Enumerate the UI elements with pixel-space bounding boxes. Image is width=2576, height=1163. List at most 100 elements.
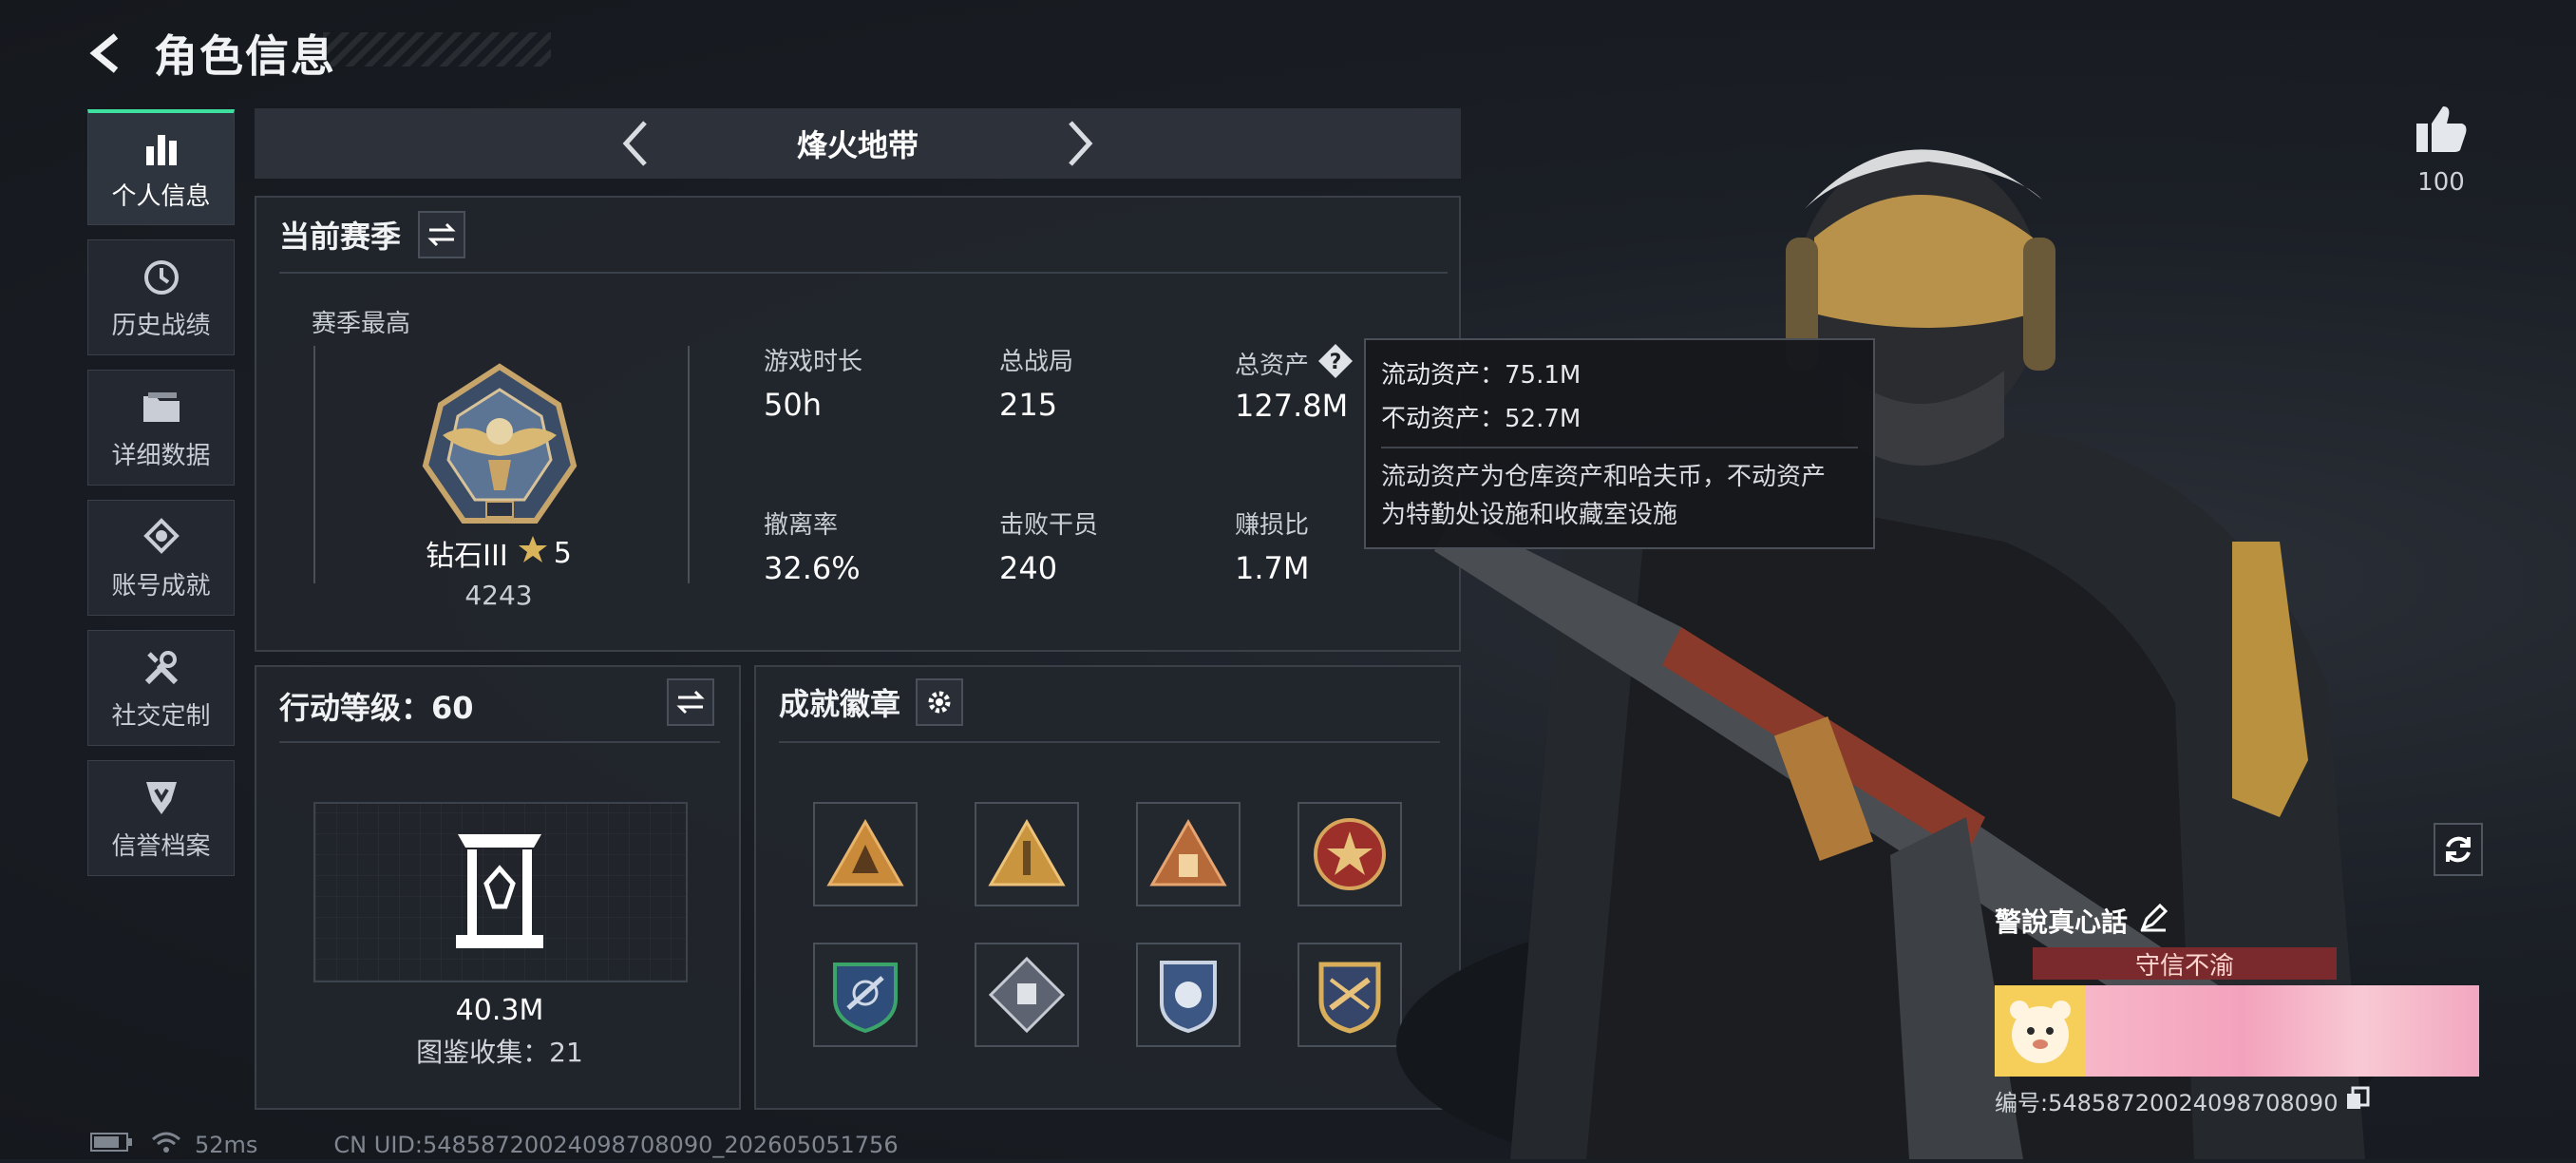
triangle-tower-badge-icon bbox=[1149, 818, 1227, 887]
season-best-label: 赛季最高 bbox=[312, 310, 411, 338]
tooltip-fixed-assets: 不动资产：52.7M bbox=[1381, 405, 1582, 433]
player-motto: 守信不渝 bbox=[2033, 947, 2337, 981]
folder-icon bbox=[141, 385, 182, 430]
stat-playtime: 游戏时长 50h bbox=[764, 342, 862, 423]
stat-label: 撤离率 bbox=[764, 511, 839, 540]
stat-label: 游戏时长 bbox=[764, 348, 863, 376]
triangle-soldiers-badge-icon bbox=[826, 818, 904, 887]
triangle-rocket-badge-icon bbox=[988, 818, 1066, 887]
tooltip-desc-line1: 流动资产为仓库资产和哈夫币，不动资产 bbox=[1381, 463, 1827, 491]
page-header: 角色信息 bbox=[85, 27, 336, 82]
sidebar-item-label: 个人信息 bbox=[111, 182, 211, 211]
sidebar-item-achievements[interactable]: 账号成就 bbox=[87, 500, 235, 616]
gold-shield-badge-icon bbox=[1318, 962, 1381, 1034]
sidebar-item-label: 历史战绩 bbox=[111, 311, 211, 340]
stat-label: 赚损比 bbox=[1235, 511, 1310, 540]
back-arrow-icon[interactable] bbox=[85, 30, 131, 76]
stat-profit-ratio: 赚损比 1.7M bbox=[1235, 505, 1310, 586]
wrench-icon bbox=[142, 645, 181, 691]
season-switch-button[interactable] bbox=[418, 211, 466, 258]
stat-total-assets: 总资产 ? 127.8M bbox=[1235, 342, 1354, 424]
badge-cell[interactable] bbox=[975, 802, 1079, 906]
player-uid: 编号:548587200240987080​90 bbox=[1995, 1090, 2339, 1116]
player-namecard: 警說真心話 守信不渝 编号:548587200240987080​90 bbox=[1995, 898, 2489, 1117]
rank-stars: 5 bbox=[553, 536, 572, 570]
copy-icon[interactable] bbox=[2345, 1086, 2370, 1116]
assets-tooltip: 流动资产：75.1M 不动资产：52.7M 流动资产为仓库资产和哈夫币，不动资产… bbox=[1364, 338, 1875, 549]
achievements-panel: 成就徽章 bbox=[754, 665, 1461, 1110]
collection-count: 图鉴收集：21 bbox=[416, 1037, 583, 1068]
badge-cell[interactable] bbox=[975, 943, 1079, 1047]
shield-icon bbox=[142, 775, 180, 821]
badge-cell[interactable] bbox=[813, 802, 918, 906]
badge-cell[interactable] bbox=[1136, 943, 1241, 1047]
like-area: 100 bbox=[2403, 105, 2479, 197]
bar-chart-icon bbox=[142, 125, 180, 171]
sidebar: 个人信息 历史战绩 详细数据 账号成就 社交定制 信誉档案 bbox=[87, 109, 235, 890]
green-shield-badge-icon bbox=[833, 963, 898, 1034]
star-icon bbox=[518, 534, 548, 572]
collection-display-icon bbox=[450, 830, 549, 956]
ping-value: 52ms bbox=[195, 1132, 258, 1158]
stat-value: 1.7M bbox=[1235, 550, 1310, 586]
stat-value: 215 bbox=[999, 387, 1058, 423]
badge-cell[interactable] bbox=[1297, 943, 1402, 1047]
sidebar-item-label: 信誉档案 bbox=[111, 831, 211, 861]
diamond-badge-icon bbox=[988, 956, 1066, 1034]
svg-text:?: ? bbox=[1330, 351, 1342, 374]
player-name: 警說真心話 bbox=[1995, 906, 2129, 938]
rotate-button[interactable] bbox=[2434, 823, 2483, 876]
wifi-icon bbox=[151, 1131, 181, 1159]
like-count: 100 bbox=[2417, 168, 2465, 197]
stat-label: 总战局 bbox=[999, 348, 1074, 376]
divider bbox=[279, 741, 720, 743]
tooltip-liquid-assets: 流动资产：75.1M bbox=[1381, 361, 1582, 390]
battery-icon bbox=[90, 1132, 134, 1158]
mode-title: 烽火地带 bbox=[796, 127, 919, 163]
avatar[interactable] bbox=[1995, 985, 2086, 1077]
blue-shield-badge-icon bbox=[1160, 961, 1217, 1034]
season-panel: 当前赛季 赛季最高 钻石III 5 4243 游戏时长 50h 总战局 215 bbox=[255, 196, 1461, 652]
badge-cell[interactable] bbox=[813, 943, 918, 1047]
edit-pencil-icon[interactable] bbox=[2139, 903, 2169, 939]
rank-row: 钻石III 5 bbox=[351, 532, 646, 574]
achievements-settings-button[interactable] bbox=[916, 678, 964, 726]
stat-extract-rate: 撤离率 32.6% bbox=[764, 505, 861, 586]
sidebar-item-social-custom[interactable]: 社交定制 bbox=[87, 630, 235, 746]
sidebar-item-reputation[interactable]: 信誉档案 bbox=[87, 760, 235, 876]
mode-selector: 烽火地带 bbox=[255, 108, 1461, 179]
level-panel: 行动等级：60 40.3M 图鉴收集：21 bbox=[255, 665, 741, 1110]
rank-emblem-icon bbox=[414, 361, 585, 536]
tooltip-desc-line2: 为特勤处设施和收藏室设施 bbox=[1381, 501, 1678, 529]
rank-score: 4243 bbox=[464, 580, 533, 611]
star-medal-badge-icon bbox=[1314, 818, 1386, 890]
status-bar: 52ms CN UID:548587200240987080​90_202605… bbox=[90, 1131, 899, 1159]
sidebar-item-history[interactable]: 历史战绩 bbox=[87, 239, 235, 355]
divider bbox=[779, 741, 1440, 743]
page-title: 角色信息 bbox=[154, 30, 336, 82]
badge-cell[interactable] bbox=[1136, 802, 1241, 906]
prev-mode-button[interactable] bbox=[611, 115, 658, 172]
badge-cell[interactable] bbox=[1297, 802, 1402, 906]
sidebar-item-detailed-data[interactable]: 详细数据 bbox=[87, 370, 235, 486]
sidebar-item-label: 详细数据 bbox=[111, 441, 211, 470]
rank-name: 钻石III bbox=[426, 540, 508, 573]
help-icon[interactable]: ? bbox=[1316, 342, 1354, 384]
stat-value: 240 bbox=[999, 550, 1058, 586]
sidebar-item-personal-info[interactable]: 个人信息 bbox=[87, 109, 235, 225]
namecard-image bbox=[1995, 985, 2489, 1077]
stat-value: 32.6% bbox=[764, 550, 861, 586]
cn-uid: CN UID:548587200240987080​90_20260505175… bbox=[333, 1132, 899, 1158]
next-mode-button[interactable] bbox=[1057, 115, 1105, 172]
thumbs-up-icon[interactable] bbox=[2403, 105, 2479, 161]
namecard-banner bbox=[2086, 985, 2479, 1077]
level-title: 行动等级：60 bbox=[279, 690, 474, 726]
achievements-title: 成就徽章 bbox=[779, 686, 901, 722]
stat-label: 击败干员 bbox=[999, 511, 1099, 540]
history-icon bbox=[142, 255, 181, 300]
divider bbox=[279, 272, 1448, 274]
stat-kills: 击败干员 240 bbox=[999, 505, 1098, 586]
level-switch-button[interactable] bbox=[667, 678, 714, 726]
stat-label: 总资产 bbox=[1235, 351, 1310, 380]
stat-total-matches: 总战局 215 bbox=[999, 342, 1073, 423]
